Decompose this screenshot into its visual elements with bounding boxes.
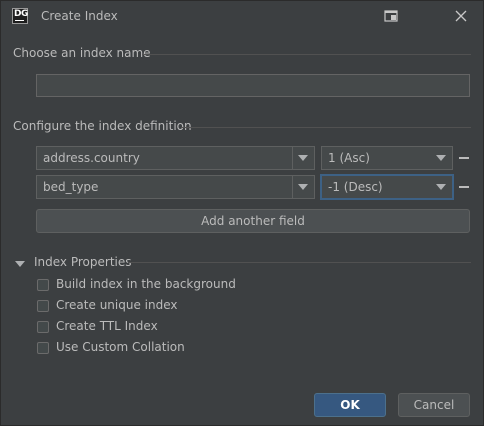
index-properties-label[interactable]: Index Properties: [34, 255, 132, 269]
order-select-1[interactable]: 1 (Asc): [321, 146, 453, 170]
chevron-down-icon[interactable]: [292, 147, 314, 169]
custom-collation-label[interactable]: Use Custom Collation: [56, 340, 185, 354]
cancel-button[interactable]: Cancel: [398, 393, 470, 417]
ttl-index-label[interactable]: Create TTL Index: [56, 319, 158, 333]
field-select-value: address.country: [43, 151, 140, 165]
ttl-index-checkbox[interactable]: [37, 321, 49, 333]
create-index-dialog: DG Create Index Choose an index name Con…: [0, 0, 484, 426]
window-options-icon[interactable]: [382, 7, 400, 25]
field-select-value: bed_type: [43, 180, 99, 194]
title-bar: DG Create Index: [1, 1, 483, 32]
chevron-down-icon[interactable]: [431, 147, 452, 169]
build-background-label[interactable]: Build index in the background: [56, 277, 236, 291]
section-divider: [128, 262, 471, 263]
ok-button[interactable]: OK: [314, 393, 386, 417]
index-definition-section-label: Configure the index definition: [13, 119, 192, 133]
section-divider: [181, 127, 471, 128]
unique-index-label[interactable]: Create unique index: [56, 298, 177, 312]
field-select-1[interactable]: address.country: [36, 146, 315, 170]
datagrip-app-icon: DG: [12, 8, 28, 24]
remove-field-2-minus-icon[interactable]: [459, 186, 469, 188]
field-select-2[interactable]: bed_type: [36, 175, 315, 199]
unique-index-checkbox[interactable]: [37, 300, 49, 312]
index-name-section-label: Choose an index name: [13, 46, 151, 60]
window-title: Create Index: [41, 9, 118, 23]
index-name-input[interactable]: [36, 74, 470, 97]
order-select-value: -1 (Desc): [328, 180, 383, 194]
order-select-value: 1 (Asc): [328, 151, 370, 165]
build-background-checkbox[interactable]: [37, 279, 49, 291]
add-another-field-button[interactable]: Add another field: [36, 209, 470, 233]
chevron-down-icon[interactable]: [431, 176, 452, 198]
remove-field-1-minus-icon[interactable]: [459, 157, 469, 159]
close-icon[interactable]: [452, 7, 470, 25]
chevron-down-icon[interactable]: [292, 176, 314, 198]
section-divider: [142, 54, 471, 55]
custom-collation-checkbox[interactable]: [37, 342, 49, 354]
order-select-2[interactable]: -1 (Desc): [320, 174, 454, 200]
collapse-chevron-icon[interactable]: [15, 258, 25, 267]
